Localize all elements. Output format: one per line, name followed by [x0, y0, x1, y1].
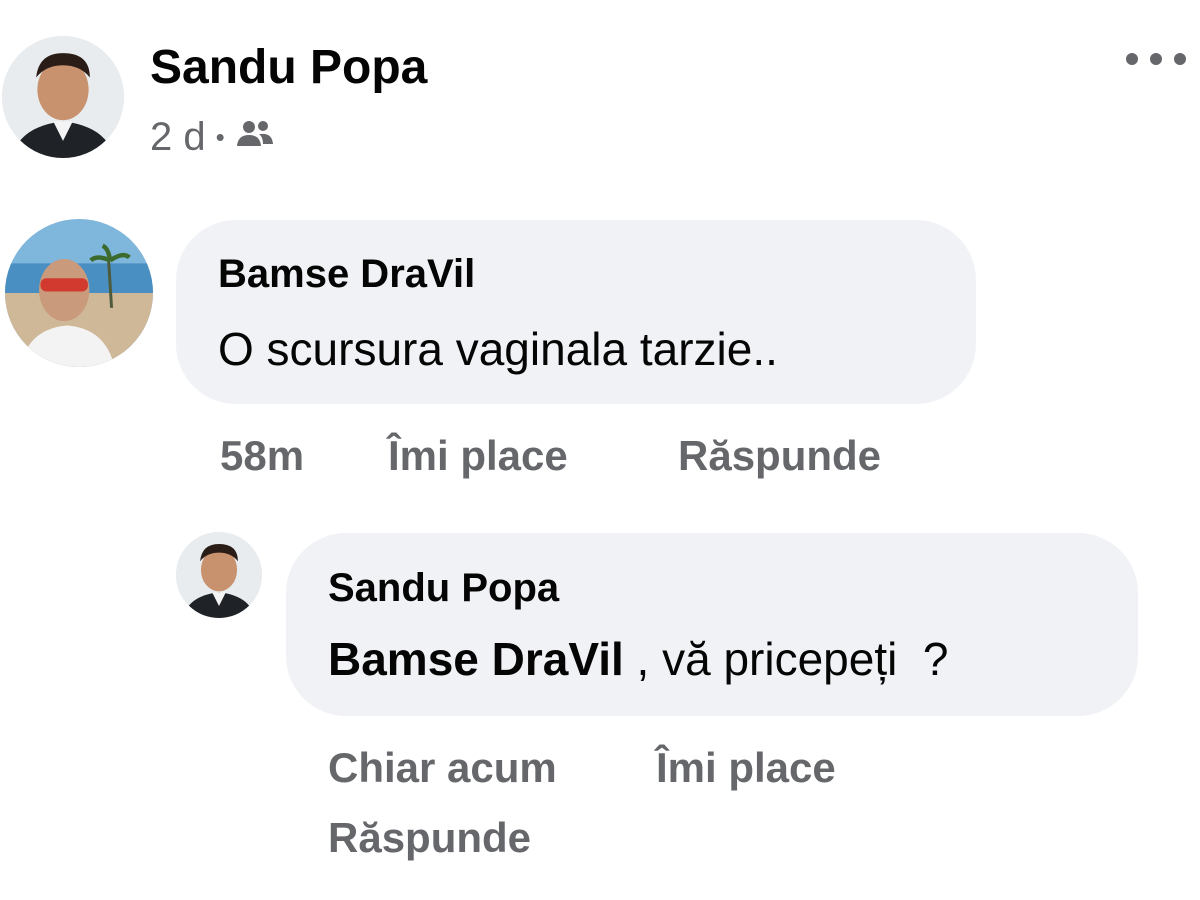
comment-time[interactable]: 58m	[220, 432, 304, 480]
comment-bubble	[176, 220, 976, 404]
reply-time[interactable]: Chiar acum	[328, 744, 557, 792]
reply-text: , vă pricepeți ?	[623, 633, 949, 685]
reply-bubble	[286, 533, 1138, 716]
mention-link[interactable]: Bamse DraVil	[328, 633, 624, 685]
like-button[interactable]: Îmi place	[656, 744, 836, 792]
avatar-photo	[176, 532, 262, 618]
reply-author[interactable]: Sandu Popa	[328, 566, 559, 611]
reply-author-avatar[interactable]	[176, 532, 262, 618]
more-options-icon[interactable]	[1126, 44, 1186, 74]
post-meta: 2 d •	[150, 112, 275, 162]
meta-separator: •	[215, 121, 225, 152]
post-author-avatar[interactable]	[2, 36, 124, 158]
reply-text-container: Bamse DraVil , vă pricepeți ?	[328, 632, 948, 686]
post-author-name[interactable]: Sandu Popa	[150, 40, 427, 96]
post-time[interactable]: 2 d	[150, 115, 206, 160]
comment-author[interactable]: Bamse DraVil	[218, 252, 475, 297]
reply-button[interactable]: Răspunde	[328, 814, 531, 862]
comment-text: O scursura vaginala tarzie..	[218, 323, 778, 375]
avatar-photo	[5, 219, 153, 367]
commenter-avatar[interactable]	[5, 219, 153, 367]
like-button[interactable]: Îmi place	[388, 432, 568, 480]
friends-icon[interactable]	[235, 115, 275, 160]
avatar-photo	[2, 36, 124, 158]
reply-button[interactable]: Răspunde	[678, 432, 881, 480]
